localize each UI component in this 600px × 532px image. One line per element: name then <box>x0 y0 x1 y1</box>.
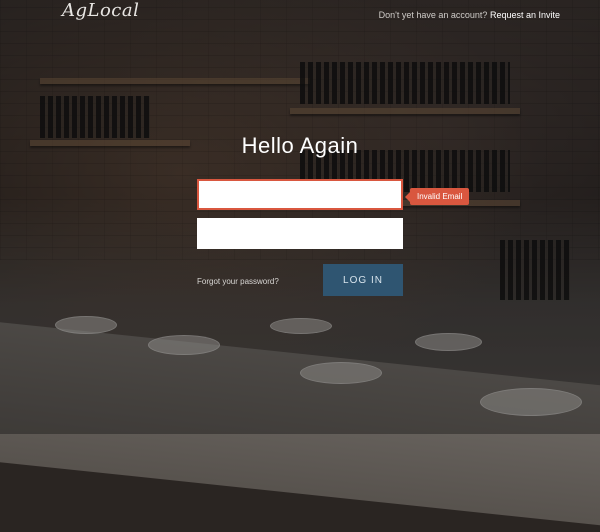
signup-prompt-text: Don't yet have an account? <box>378 10 488 20</box>
dark-overlay <box>0 0 600 434</box>
background-photo <box>0 0 600 532</box>
email-error-badge: Invalid Email <box>404 188 470 205</box>
page-title: Hello Again <box>241 133 359 158</box>
login-button[interactable]: LOG IN <box>323 264 403 296</box>
signup-prompt: Don't yet have an account? Request an In… <box>379 10 560 20</box>
email-field[interactable] <box>197 179 403 210</box>
request-invite-link[interactable]: Request an Invite <box>490 10 560 20</box>
password-field[interactable] <box>197 218 403 249</box>
forgot-password-link[interactable]: Forgot your password? <box>197 277 279 286</box>
aglocal-logo[interactable]: AgLocal <box>62 0 139 21</box>
